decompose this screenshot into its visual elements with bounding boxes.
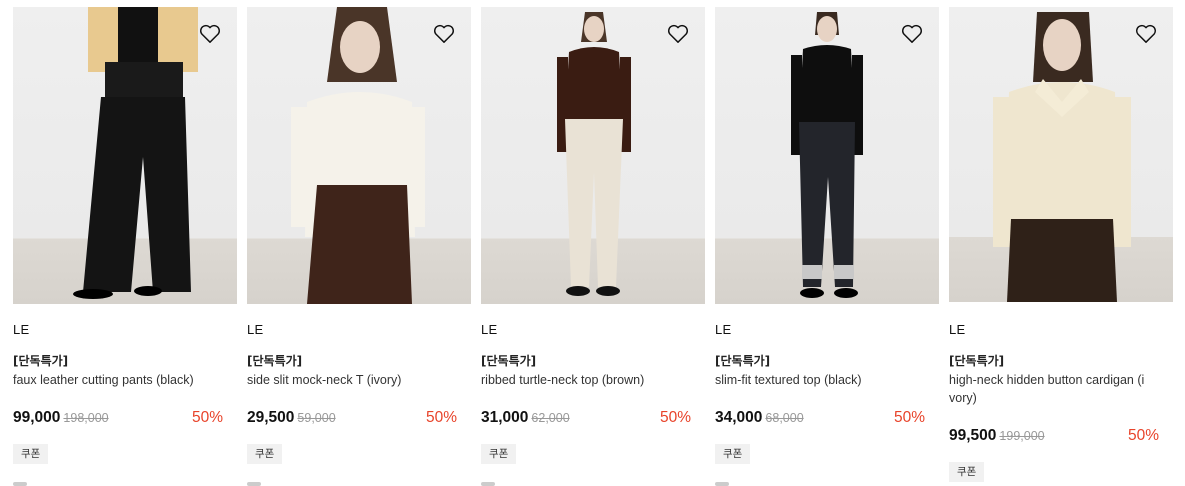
discount-rate: 50% [425,409,457,426]
price-row: 99,500 199,000 50% [949,427,1159,449]
product-image[interactable] [13,7,237,304]
price-row: 34,000 68,000 50% [715,409,925,431]
price-row: 29,500 59,000 50% [247,409,457,431]
product-card[interactable]: LE [단독특가] faux leather cutting pants (bl… [13,0,237,486]
product-name[interactable]: ribbed turtle-neck top (brown) [481,371,705,389]
coupon-badge: 쿠폰 [481,444,517,464]
product-card[interactable]: LE [단독특가] high-neck hidden button cardig… [949,0,1173,482]
promo-tag: [단독특가] [949,354,1005,368]
discount-rate: 50% [191,409,223,426]
original-price: 59,000 [297,411,336,425]
product-name[interactable]: side slit mock-neck T (ivory) [247,371,471,389]
discount-rate: 50% [659,409,691,426]
promo-tag: [단독특가] [715,354,771,368]
promo-tag: [단독특가] [247,354,303,368]
original-price: 198,000 [63,411,109,425]
product-name[interactable]: faux leather cutting pants (black) [13,371,237,389]
product-image[interactable] [949,7,1173,302]
product-name[interactable]: slim-fit textured top (black) [715,371,939,389]
product-name[interactable]: high-neck hidden button cardigan (i vory… [949,371,1161,407]
promo-tag: [단독특가] [13,354,69,368]
price-row: 99,000 198,000 50% [13,409,223,431]
coupon-badge: 쿠폰 [247,444,283,464]
model-photo [73,7,198,299]
coupon-badge: 쿠폰 [715,444,751,464]
original-price: 62,000 [531,411,570,425]
model-photo [993,12,1131,302]
product-image[interactable] [715,7,939,304]
heart-outline-icon[interactable] [433,24,455,44]
review-indicator [715,482,729,486]
product-image[interactable] [481,7,705,304]
product-card[interactable]: LE [단독특가] ribbed turtle-neck top (brown)… [481,0,705,486]
model-photo [291,7,425,304]
sale-price: 29,500 [247,409,295,426]
coupon-badge: 쿠폰 [13,444,49,464]
heart-outline-icon[interactable] [1135,24,1157,44]
sale-price: 99,500 [949,427,997,444]
review-indicator [481,482,495,486]
brand-name: LE [481,322,498,337]
model-photo [791,12,863,298]
discount-rate: 50% [1127,427,1159,444]
heart-outline-icon[interactable] [199,24,221,44]
review-indicator [13,482,27,486]
brand-name: LE [247,322,264,337]
brand-name: LE [949,322,966,337]
promo-tag: [단독특가] [481,354,537,368]
product-grid: LE [단독특가] faux leather cutting pants (bl… [0,0,1185,486]
product-card[interactable]: LE [단독특가] slim-fit textured top (black) … [715,0,939,486]
heart-outline-icon[interactable] [901,24,923,44]
model-photo [557,12,631,296]
sale-price: 99,000 [13,409,61,426]
coupon-badge: 쿠폰 [949,462,985,482]
product-card[interactable]: LE [단독특가] side slit mock-neck T (ivory) … [247,0,471,486]
brand-name: LE [715,322,732,337]
review-indicator [247,482,261,486]
sale-price: 34,000 [715,409,763,426]
original-price: 68,000 [765,411,804,425]
brand-name: LE [13,322,30,337]
original-price: 199,000 [999,429,1045,443]
product-image[interactable] [247,7,471,304]
sale-price: 31,000 [481,409,529,426]
heart-outline-icon[interactable] [667,24,689,44]
discount-rate: 50% [893,409,925,426]
price-row: 31,000 62,000 50% [481,409,691,431]
